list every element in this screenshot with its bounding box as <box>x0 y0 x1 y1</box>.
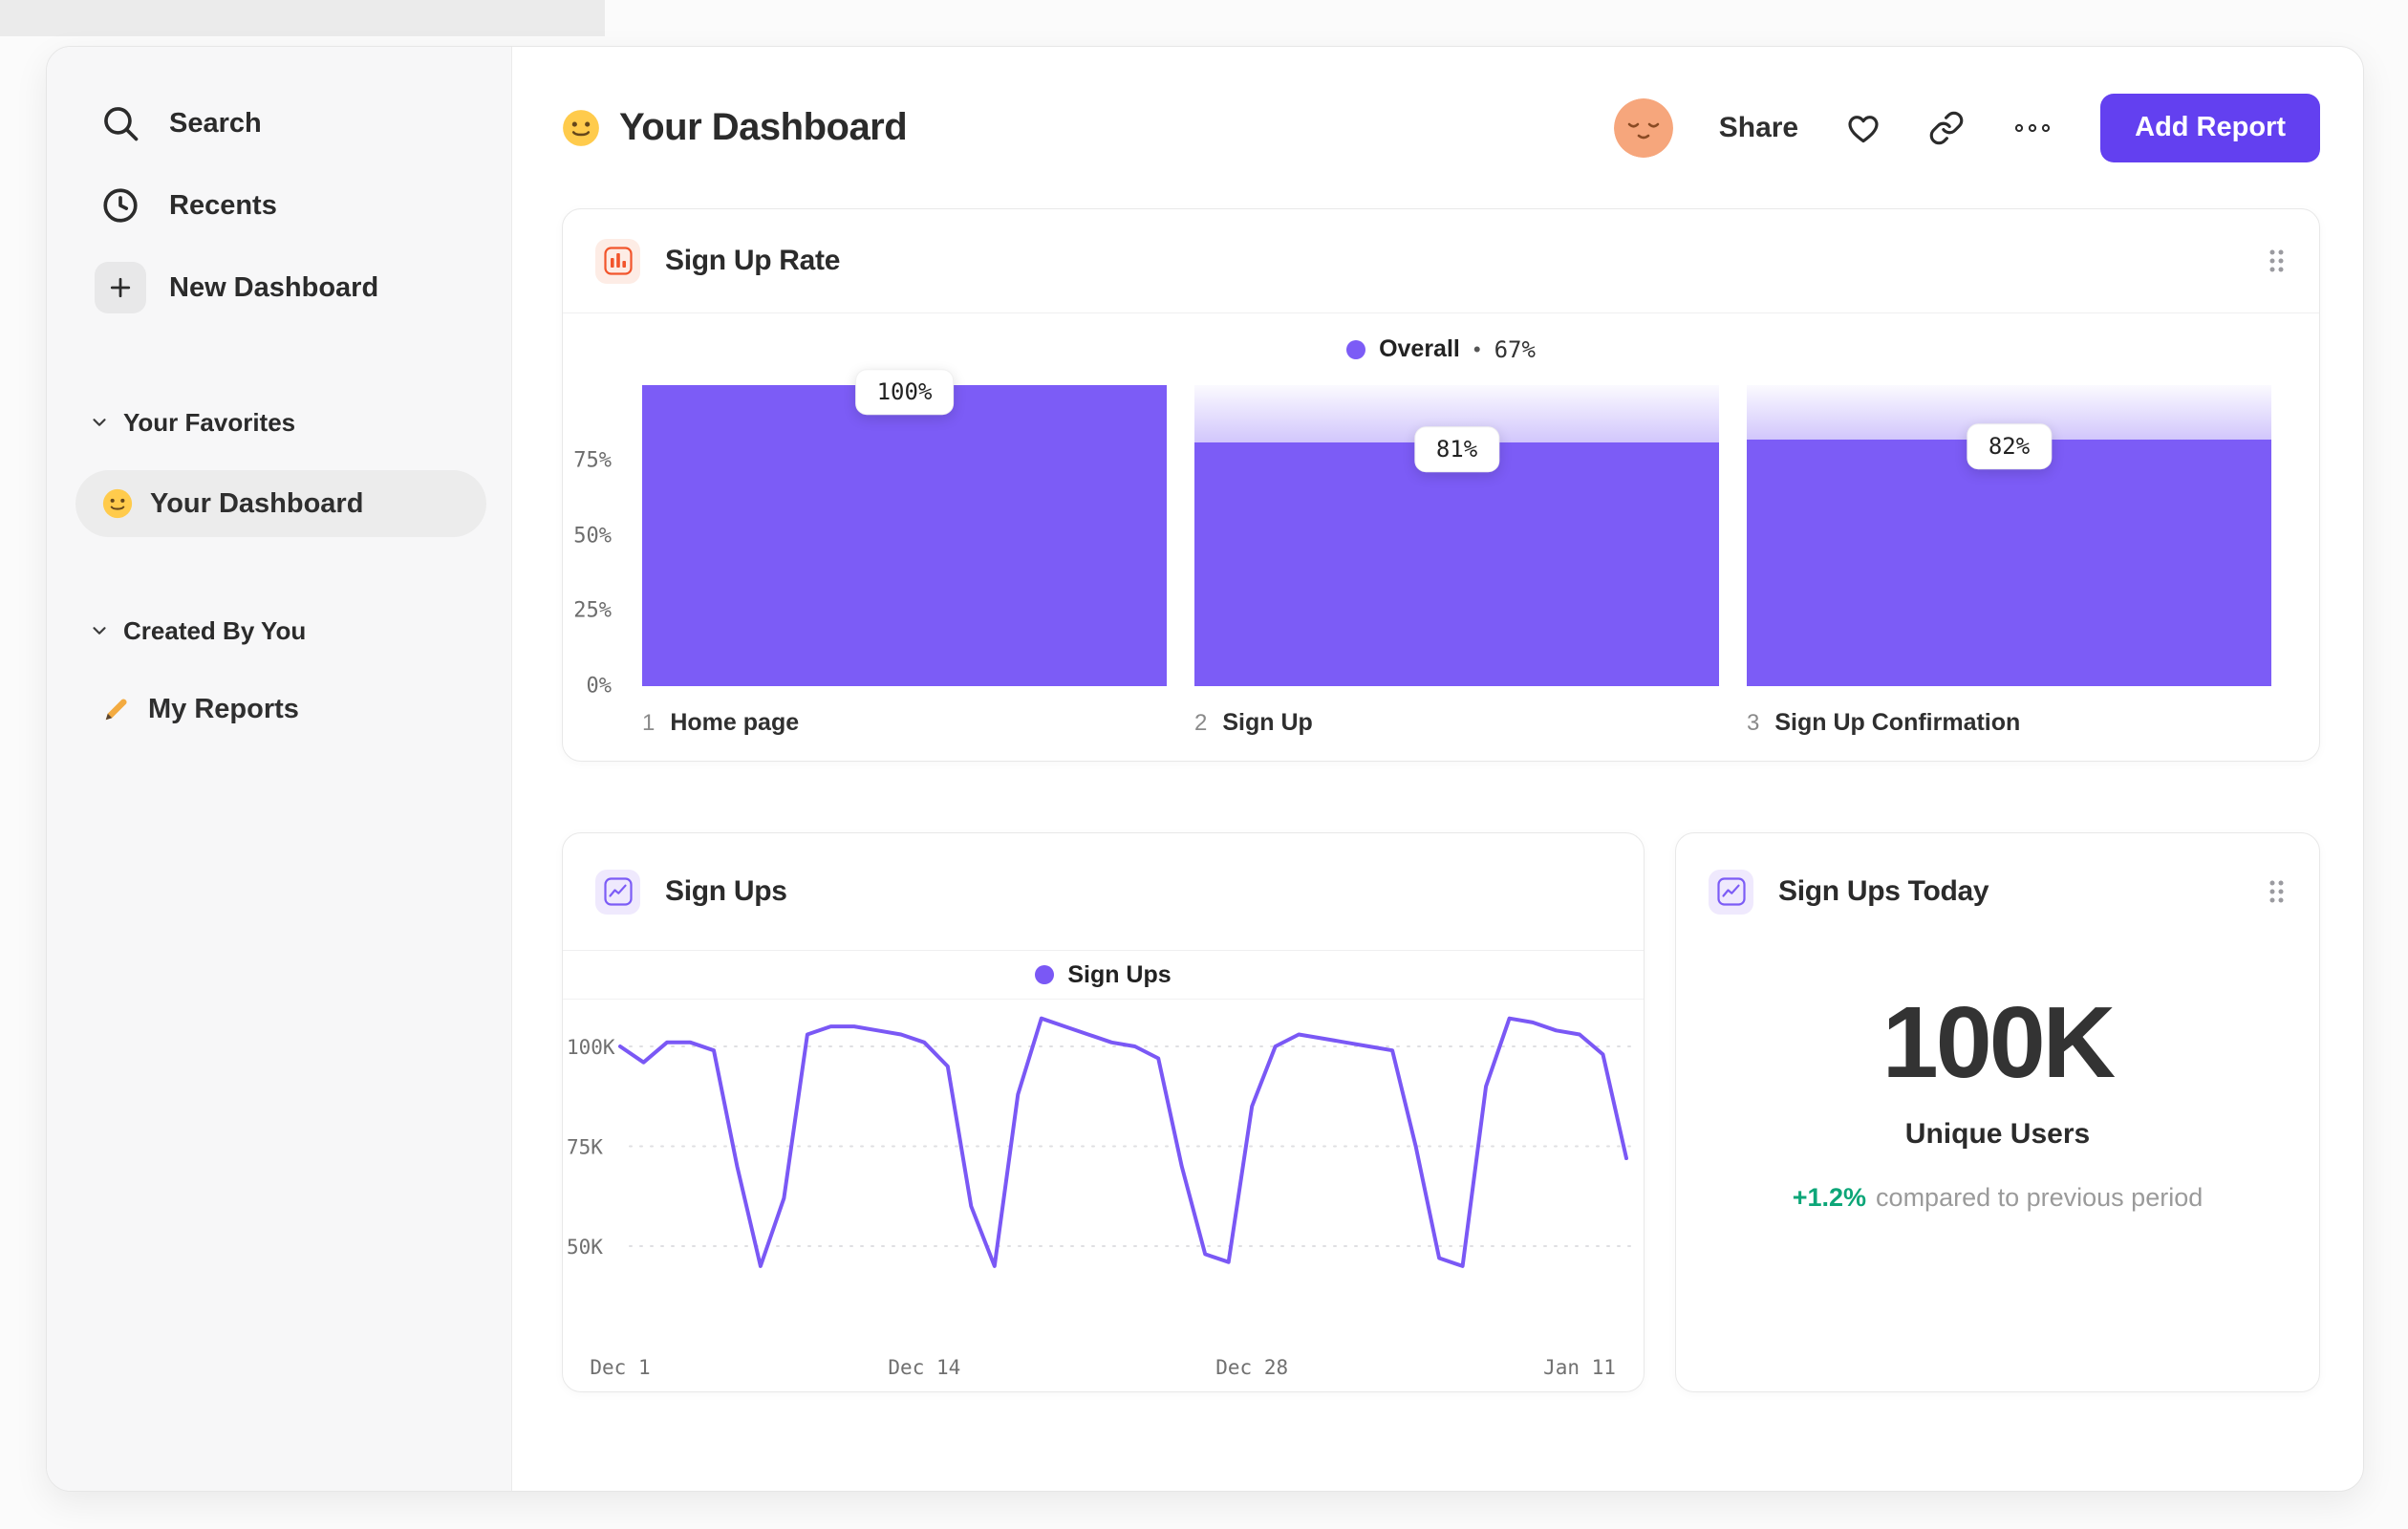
page-title: Your Dashboard <box>619 106 908 148</box>
line-chart[interactable]: 100K 75K 50K Dec 1 Dec 14 Dec 28 Jan 11 <box>563 1000 1644 1393</box>
main-content: Your Dashboard Share Add Report Sign Up … <box>512 47 2363 1491</box>
card-header: Sign Up Rate <box>563 209 2319 313</box>
sidebar-item-search[interactable]: Search <box>75 82 486 164</box>
funnel-legend: Overall • 67% <box>563 313 2319 385</box>
add-report-button[interactable]: Add Report <box>2100 93 2320 162</box>
card-title: Sign Ups <box>665 875 787 907</box>
legend-separator: • <box>1473 336 1481 361</box>
funnel-y-axis: 75% 50% 25% 0% <box>563 385 642 698</box>
stat-delta-note: compared to previous period <box>1876 1183 2204 1212</box>
legend-value: 67% <box>1494 335 1536 363</box>
section-title: Created By You <box>123 615 307 645</box>
sidebar-item-label: Your Dashboard <box>150 487 364 519</box>
chevron-down-icon <box>93 419 106 426</box>
funnel-plot: 100% 81% 82% <box>642 369 2271 686</box>
legend-label: Sign Ups <box>1067 960 1172 988</box>
funnel-x-axis: 1 Home page 2 Sign Up 3 Sign Up Confirmation <box>642 709 2271 737</box>
stat-value: 100K <box>1881 986 2116 1099</box>
funnel-bar-3[interactable]: 82% <box>1747 385 2271 686</box>
funnel-bar-fill <box>642 385 1167 686</box>
y-axis-tick: 50K <box>567 1236 603 1259</box>
card-title: Sign Ups Today <box>1778 875 1989 907</box>
funnel-value-label: 82% <box>1966 422 2053 469</box>
line-chart-icon <box>595 869 640 915</box>
app-window: Search Recents New Dashboard Your Favori… <box>46 46 2364 1492</box>
sidebar-item-your-dashboard[interactable]: Your Dashboard <box>75 470 486 537</box>
stat-delta-value: +1.2% <box>1792 1183 1867 1212</box>
window-edge-artifact <box>0 0 605 36</box>
y-axis-tick: 75K <box>567 1136 603 1159</box>
header-actions: Share Add Report <box>1613 93 2320 162</box>
stat-delta-row: +1.2% compared to previous period <box>1676 1183 2319 1213</box>
x-axis-tick: Dec 1 <box>590 1356 650 1379</box>
funnel-bar-fill <box>1194 441 1719 686</box>
card-sign-ups-today: Sign Ups Today 100K Unique Users +1.2% co… <box>1675 832 2320 1392</box>
search-icon <box>95 97 146 149</box>
pencil-icon <box>102 695 131 723</box>
funnel-value-label: 81% <box>1413 426 1500 473</box>
y-axis-tick: 50% <box>573 524 612 548</box>
share-button[interactable]: Share <box>1719 112 1798 144</box>
sidebar: Search Recents New Dashboard Your Favori… <box>47 47 512 1491</box>
sidebar-item-label: Search <box>169 107 262 139</box>
drag-handle-icon[interactable] <box>2266 877 2287 906</box>
y-axis-tick: 0% <box>586 674 613 699</box>
line-chart-icon <box>1709 869 1753 915</box>
funnel-category-label: 2 Sign Up <box>1194 709 1313 736</box>
x-axis-tick: Dec 14 <box>888 1356 960 1379</box>
more-options-icon[interactable] <box>2010 117 2054 140</box>
user-avatar[interactable] <box>1613 97 1673 158</box>
card-header: Sign Ups Today <box>1676 833 2319 950</box>
favorite-heart-icon[interactable] <box>1844 109 1882 147</box>
bar-chart-icon <box>595 238 640 284</box>
legend-label: Overall <box>1379 335 1460 362</box>
funnel-category-label: 1 Home page <box>642 709 800 736</box>
funnel-bar-1[interactable]: 100% <box>642 369 1167 686</box>
clock-icon <box>95 180 146 231</box>
line-legend: Sign Ups <box>563 951 1644 1000</box>
card-header: Sign Ups <box>563 833 1644 951</box>
plus-icon <box>95 262 146 313</box>
x-axis-tick: Jan 11 <box>1543 1356 1616 1379</box>
section-your-favorites[interactable]: Your Favorites <box>75 394 486 451</box>
funnel-value-label: 100% <box>854 369 955 416</box>
sidebar-item-my-reports[interactable]: My Reports <box>75 680 486 738</box>
sidebar-item-label: My Reports <box>148 693 299 724</box>
drag-handle-icon[interactable] <box>2266 247 2287 275</box>
legend-dot <box>1346 339 1366 359</box>
smiley-icon <box>102 488 133 519</box>
copy-link-icon[interactable] <box>1928 110 1965 146</box>
sidebar-item-label: New Dashboard <box>169 271 379 303</box>
sidebar-item-new-dashboard[interactable]: New Dashboard <box>75 247 486 329</box>
y-axis-tick: 25% <box>573 598 612 623</box>
funnel-bar-fill <box>1747 439 2271 686</box>
dashboard-header: Your Dashboard Share Add Report <box>562 47 2320 208</box>
y-axis-tick: 75% <box>573 448 612 473</box>
section-created-by-you[interactable]: Created By You <box>75 602 486 659</box>
sidebar-item-recents[interactable]: Recents <box>75 164 486 247</box>
sidebar-item-label: Recents <box>169 189 277 221</box>
section-title: Your Favorites <box>123 407 296 437</box>
x-axis-tick: Dec 28 <box>1215 1356 1288 1379</box>
chevron-down-icon <box>93 627 106 635</box>
stat-label: Unique Users <box>1904 1118 2091 1150</box>
funnel-chart: 75% 50% 25% 0% 100% 81% 82% <box>563 369 2319 699</box>
legend-dot <box>1035 965 1055 984</box>
cards-row: Sign Ups Sign Ups 100K 75K 50K Dec 1 Dec 14 D… <box>562 832 2320 1392</box>
card-sign-ups: Sign Ups Sign Ups 100K 75K 50K Dec 1 Dec 14 D… <box>562 832 1645 1392</box>
card-title: Sign Up Rate <box>665 245 841 276</box>
card-sign-up-rate: Sign Up Rate Overall • 67% 75% 50% 25% 0% 1… <box>562 208 2320 762</box>
line-series-sign-ups <box>618 1016 1628 1268</box>
funnel-category-label: 3 Sign Up Confirmation <box>1747 709 2021 736</box>
y-axis-tick: 100K <box>567 1036 615 1059</box>
smiley-icon <box>562 109 600 147</box>
funnel-bar-2[interactable]: 81% <box>1194 385 1719 686</box>
page-title-wrap: Your Dashboard <box>562 106 908 149</box>
